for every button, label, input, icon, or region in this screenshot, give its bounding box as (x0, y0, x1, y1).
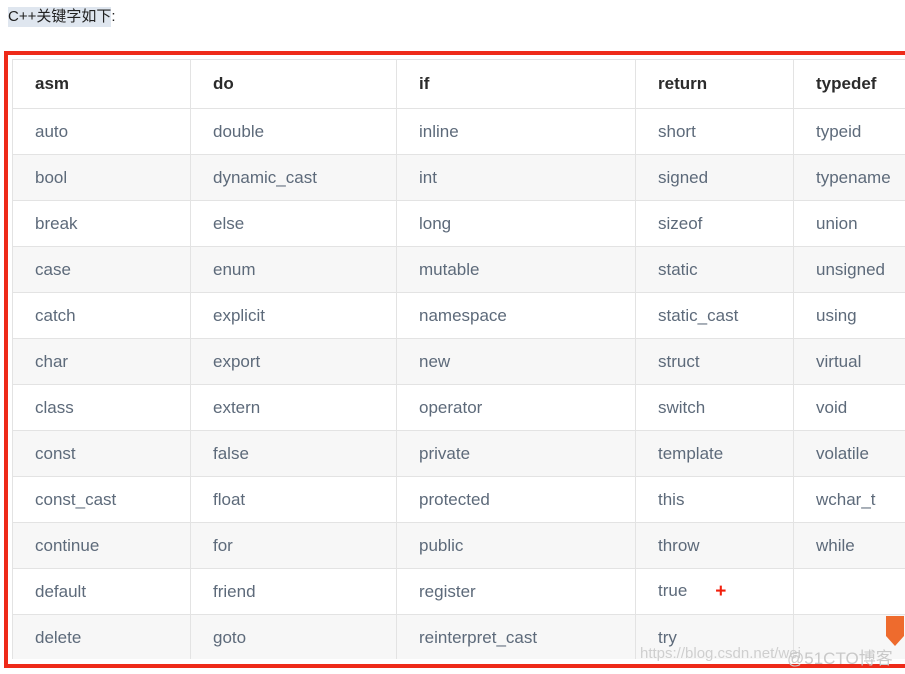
keyword-cell: delete (12, 614, 191, 659)
table-row: const false private template volatile (12, 430, 905, 477)
keyword-cell: else (190, 200, 397, 247)
keyword-cell: false (190, 430, 397, 477)
keyword-cell: new (396, 338, 636, 385)
keyword-cell: extern (190, 384, 397, 431)
keyword-cell: protected (396, 476, 636, 523)
keyword-cell: static (635, 246, 794, 293)
keyword-cell: private (396, 430, 636, 477)
table-header-row: asm do if return typedef (12, 59, 905, 109)
keyword-cell: switch (635, 384, 794, 431)
keyword-cell: void (793, 384, 905, 431)
table-body: auto double inline short typeid bool dynamic_c… (12, 108, 905, 659)
table-row: bool dynamic_cast int signed typename (12, 154, 905, 201)
table-row: case enum mutable static unsigned (12, 246, 905, 293)
table-row: continue for public throw while (12, 522, 905, 569)
column-header-1: asm (12, 59, 191, 109)
keyword-cell: virtual (793, 338, 905, 385)
keyword-cell: for (190, 522, 397, 569)
keyword-cell: try (635, 614, 794, 659)
keyword-cell: case (12, 246, 191, 293)
column-header-3: if (396, 59, 636, 109)
keyword-cell: export (190, 338, 397, 385)
table-viewport: asm do if return typedef auto double inlin… (12, 59, 905, 659)
keyword-cell: dynamic_cast (190, 154, 397, 201)
keyword-cell: reinterpret_cast (396, 614, 636, 659)
keyword-cell: using (793, 292, 905, 339)
table-row: class extern operator switch void (12, 384, 905, 431)
keyword-cell: namespace (396, 292, 636, 339)
keyword-cell: goto (190, 614, 397, 659)
keyword-cell: auto (12, 108, 191, 155)
keyword-cell: struct (635, 338, 794, 385)
keyword-cell: static_cast (635, 292, 794, 339)
keyword-cell: signed (635, 154, 794, 201)
keyword-cell: unsigned (793, 246, 905, 293)
keyword-table-frame: asm do if return typedef auto double inlin… (4, 51, 905, 668)
keyword-cell: inline (396, 108, 636, 155)
keyword-cell: const_cast (12, 476, 191, 523)
keyword-cell: enum (190, 246, 397, 293)
keyword-cell: char (12, 338, 191, 385)
keyword-cell: wchar_t (793, 476, 905, 523)
column-header-5: typedef (793, 59, 905, 109)
keyword-cell: continue (12, 522, 191, 569)
keyword-cell: sizeof (635, 200, 794, 247)
keyword-cell: int (396, 154, 636, 201)
table-row: catch explicit namespace static_cast using (12, 292, 905, 339)
keyword-cell: throw (635, 522, 794, 569)
keyword-cell: typename (793, 154, 905, 201)
table-row: break else long sizeof union (12, 200, 905, 247)
table-row: delete goto reinterpret_cast try (12, 614, 905, 659)
keyword-cell (793, 568, 905, 615)
keyword-cell: default (12, 568, 191, 615)
keyword-cell: const (12, 430, 191, 477)
cpp-keyword-table: asm do if return typedef auto double inlin… (12, 59, 905, 659)
table-row: auto double inline short typeid (12, 108, 905, 155)
keyword-cell: operator (396, 384, 636, 431)
keyword-cell: while (793, 522, 905, 569)
table-row: const_cast float protected this wchar_t (12, 476, 905, 523)
keyword-cell: catch (12, 292, 191, 339)
keyword-cell: true + (635, 568, 794, 615)
keyword-cell: template (635, 430, 794, 477)
keyword-cell: class (12, 384, 191, 431)
column-header-4: return (635, 59, 794, 109)
keyword-cell: explicit (190, 292, 397, 339)
keyword-cell: register (396, 568, 636, 615)
intro-text-tail: : (111, 8, 116, 25)
keyword-cell: union (793, 200, 905, 247)
table-row: default friend register true + (12, 568, 905, 615)
keyword-cell: volatile (793, 430, 905, 477)
keyword-cell: bool (12, 154, 191, 201)
keyword-cell: this (635, 476, 794, 523)
table-header: asm do if return typedef (12, 59, 905, 109)
column-header-2: do (190, 59, 397, 109)
keyword-cell: friend (190, 568, 397, 615)
keyword-cell: public (396, 522, 636, 569)
keyword-cell: long (396, 200, 636, 247)
keyword-cell: float (190, 476, 397, 523)
plus-annotation-icon: + (715, 580, 727, 602)
keyword-cell: double (190, 108, 397, 155)
intro-text: C++关键字如下: (8, 6, 116, 28)
keyword-cell: mutable (396, 246, 636, 293)
table-row: char export new struct virtual (12, 338, 905, 385)
keyword-cell: typeid (793, 108, 905, 155)
keyword-cell: break (12, 200, 191, 247)
intro-text-highlighted: C++关键字如下 (8, 7, 112, 27)
keyword-cell: short (635, 108, 794, 155)
keyword-cell (793, 614, 905, 659)
